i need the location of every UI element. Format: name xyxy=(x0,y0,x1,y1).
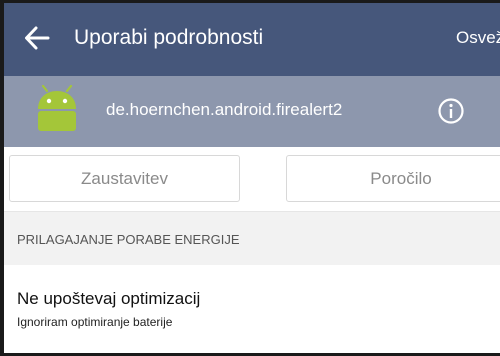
back-arrow-icon[interactable] xyxy=(24,25,50,51)
section-header: PRILAGAJANJE PORABE ENERGIJE xyxy=(4,211,500,266)
preference-title: Ne upoštevaj optimizacij xyxy=(17,289,201,308)
android-icon xyxy=(38,85,76,131)
app-info-header: de.hoernchen.android.firealert2 xyxy=(4,76,500,147)
info-icon[interactable] xyxy=(437,97,465,125)
ignore-optimizations-preference[interactable]: Ne upoštevaj optimizacij Ignoriram optim… xyxy=(4,265,500,353)
refresh-button[interactable]: Osveži xyxy=(456,28,500,48)
page-title: Uporabi podrobnosti xyxy=(74,26,264,49)
section-header-label: PRILAGAJANJE PORABE ENERGIJE xyxy=(17,232,240,247)
app-bar: Uporabi podrobnosti Osveži xyxy=(4,3,500,76)
preference-summary: Ignoriram optimiranje baterije xyxy=(17,315,173,329)
stop-button[interactable]: Zaustavitev xyxy=(9,155,240,202)
action-buttons: Zaustavitev Poročilo xyxy=(4,147,500,211)
package-name: de.hoernchen.android.firealert2 xyxy=(106,100,343,119)
screen: Uporabi podrobnosti Osveži de.hoernchen.… xyxy=(0,0,500,356)
report-button[interactable]: Poročilo xyxy=(286,155,500,202)
